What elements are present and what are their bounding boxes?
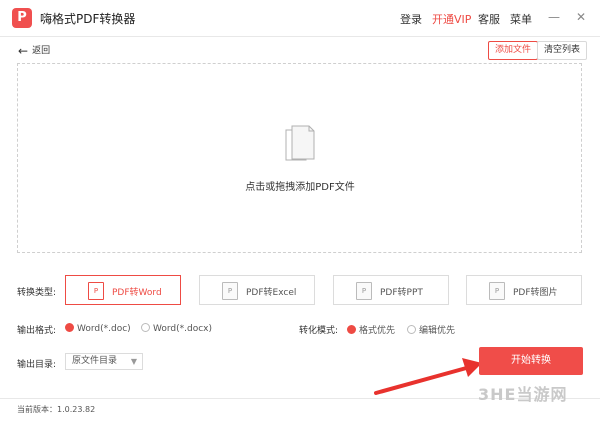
version-text: 当前版本：1.0.23.82 [17, 405, 96, 414]
header-divider [0, 36, 600, 37]
radio-docx[interactable]: Word(*.docx) [141, 323, 212, 334]
output-dir-value: 原文件目录 [72, 356, 118, 366]
minimize-icon[interactable]: — [545, 8, 563, 26]
site-watermark: 3HE当游网 [478, 385, 568, 404]
red-arrow-annotation [374, 358, 482, 395]
pdf-ppt-icon: P [356, 282, 372, 300]
radio-label: 格式优先 [359, 326, 396, 336]
arrow-left-icon: ← [18, 43, 29, 58]
pdf-image-icon: P [489, 282, 505, 300]
pdf-word-icon: P [88, 282, 104, 300]
back-label: 返回 [32, 46, 51, 56]
radio-unchecked-icon [141, 323, 150, 332]
type-label: PDF转Excel [246, 288, 297, 298]
chevron-down-icon: ▼ [130, 357, 137, 366]
type-label: PDF转PPT [380, 288, 423, 298]
radio-label: Word(*.docx) [153, 324, 213, 334]
close-icon[interactable]: ✕ [572, 8, 590, 26]
app-logo-icon: P [12, 8, 32, 28]
type-label: PDF转Word [112, 288, 162, 298]
radio-edit-priority[interactable]: 编辑优先 [407, 323, 455, 336]
service-link[interactable]: 客服 [478, 11, 500, 27]
radio-label: Word(*.doc) [77, 324, 131, 334]
drop-zone-hint: 点击或拖拽添加PDF文件 [245, 182, 355, 193]
radio-label: 编辑优先 [419, 326, 456, 336]
type-label: PDF转图片 [513, 288, 558, 298]
vip-link[interactable]: 开通VIP [432, 11, 471, 27]
menu-link[interactable]: 菜单 [510, 11, 532, 27]
radio-checked-icon [65, 323, 74, 332]
type-pdf-to-image[interactable]: P PDF转图片 [466, 275, 582, 305]
pdf-excel-icon: P [222, 282, 238, 300]
clear-list-button[interactable]: 清空列表 [537, 41, 588, 60]
radio-format-priority[interactable]: 格式优先 [347, 323, 395, 336]
radio-checked-icon [347, 325, 356, 334]
output-dir-label: 输出目录: [17, 360, 57, 370]
output-dir-select[interactable]: 原文件目录 ▼ [65, 353, 143, 370]
document-stack-icon [285, 125, 315, 161]
convert-type-label: 转换类型: [17, 288, 57, 298]
type-pdf-to-ppt[interactable]: P PDF转PPT [333, 275, 449, 305]
add-file-button[interactable]: 添加文件 [488, 41, 539, 60]
radio-doc[interactable]: Word(*.doc) [65, 323, 131, 334]
radio-unchecked-icon [407, 325, 416, 334]
start-convert-button[interactable]: 开始转换 [479, 347, 583, 375]
back-button[interactable]: ← 返回 [18, 43, 50, 58]
convert-mode-label: 转化模式: [299, 326, 339, 336]
title-bar: P 嗨格式PDF转换器 登录 开通VIP 客服 菜单 — ✕ [0, 0, 600, 36]
type-pdf-to-excel[interactable]: P PDF转Excel [199, 275, 315, 305]
app-title: 嗨格式PDF转换器 [40, 12, 136, 26]
type-pdf-to-word[interactable]: P PDF转Word [65, 275, 181, 305]
output-format-label: 输出格式: [17, 326, 57, 336]
login-link[interactable]: 登录 [400, 11, 422, 27]
